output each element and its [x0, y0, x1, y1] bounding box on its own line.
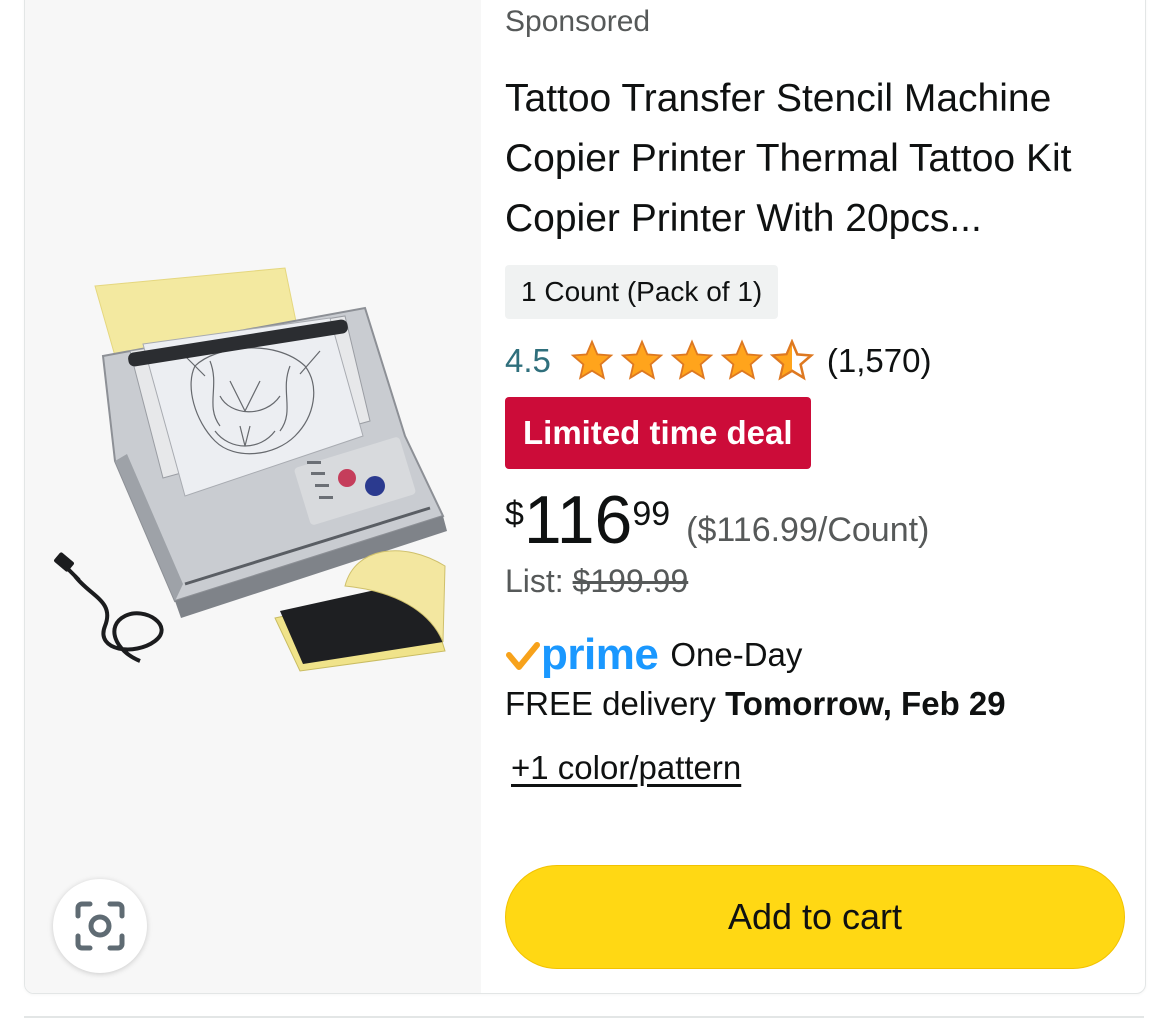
half-star-icon: [769, 339, 815, 381]
unit-price: ($116.99/Count): [686, 511, 930, 549]
add-to-cart-button[interactable]: Add to cart: [505, 865, 1125, 969]
product-image[interactable]: [45, 246, 465, 686]
divider: [24, 1016, 1144, 1018]
list-price-label: List:: [505, 563, 564, 599]
star-rating: [569, 339, 819, 383]
star-icon: [570, 339, 614, 380]
rating-count: (1,570): [826, 342, 932, 379]
deal-badge: Limited time deal: [505, 397, 811, 469]
sponsored-label: Sponsored: [505, 5, 651, 38]
delivery-date: Tomorrow, Feb 29: [725, 685, 1006, 722]
star-icon: [620, 339, 664, 380]
variant-chip: 1 Count (Pack of 1): [505, 265, 779, 319]
product-card[interactable]: Sponsored Tattoo Transfer Stencil Machin…: [24, 0, 1146, 994]
prime-logo: prime: [541, 630, 659, 679]
star-icon: [670, 339, 714, 380]
camera-lens-icon: [75, 901, 125, 951]
price-fraction: 99: [632, 495, 671, 533]
product-image-pane[interactable]: [25, 0, 481, 993]
rating-value: 4.5: [505, 342, 551, 379]
rating-row[interactable]: 4.5 (1,570): [505, 331, 931, 391]
delivery-info: FREE delivery Tomorrow, Feb 29: [505, 685, 1006, 723]
star-icon: [720, 339, 764, 380]
variations-link[interactable]: +1 color/pattern: [511, 749, 741, 787]
price-whole: 116: [523, 482, 633, 558]
price-symbol: $: [505, 495, 524, 533]
product-title[interactable]: Tattoo Transfer Stencil Machine Copier P…: [505, 69, 1115, 249]
delivery-prefix: FREE delivery: [505, 685, 716, 722]
price: $ 116 99 ($116.99/Count): [505, 482, 930, 558]
list-price: List: $199.99: [505, 563, 688, 600]
prime-speed: One-Day: [670, 636, 803, 673]
list-price-value: $199.99: [572, 563, 689, 599]
visual-search-button[interactable]: [53, 879, 147, 973]
prime-badge: prime One-Day: [505, 627, 802, 683]
checkmark-icon: [506, 642, 540, 670]
